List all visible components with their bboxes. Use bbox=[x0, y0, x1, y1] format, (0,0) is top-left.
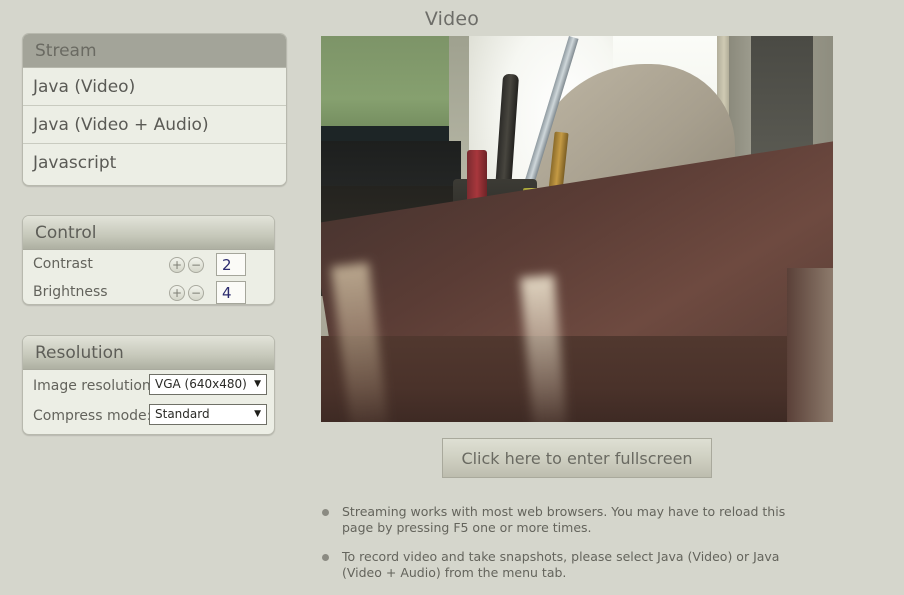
image-resolution-label: Image resolution: bbox=[33, 378, 156, 394]
image-resolution-selected-value: VGA (640x480) bbox=[155, 377, 247, 391]
list-item: To record video and take snapshots, plea… bbox=[320, 549, 820, 581]
resolution-panel-header: Resolution bbox=[23, 336, 274, 370]
stream-panel-header: Stream bbox=[23, 34, 286, 68]
compress-mode-row: Compress mode: Standard ▼ bbox=[23, 404, 274, 430]
compress-mode-label: Compress mode: bbox=[33, 408, 152, 424]
compress-mode-selected-value: Standard bbox=[155, 407, 210, 421]
brightness-row: Brightness + − 4 bbox=[23, 281, 274, 304]
compress-mode-select[interactable]: Standard ▼ bbox=[149, 404, 267, 425]
fullscreen-button[interactable]: Click here to enter fullscreen bbox=[442, 438, 712, 478]
control-panel: Control Contrast + − 2 Brightness + − 4 bbox=[22, 215, 275, 305]
note-text: To record video and take snapshots, plea… bbox=[342, 549, 780, 580]
list-item: Streaming works with most web browsers. … bbox=[320, 504, 820, 536]
chevron-down-icon: ▼ bbox=[254, 379, 261, 389]
notes-list: Streaming works with most web browsers. … bbox=[320, 504, 820, 594]
brightness-increase-icon[interactable]: + bbox=[169, 285, 185, 301]
image-resolution-select[interactable]: VGA (640x480) ▼ bbox=[149, 374, 267, 395]
bullet-icon bbox=[322, 554, 329, 561]
sidebar-item-java-video[interactable]: Java (Video) bbox=[23, 68, 286, 106]
page-title: Video bbox=[424, 8, 480, 30]
image-resolution-row: Image resolution: VGA (640x480) ▼ bbox=[23, 374, 274, 400]
brightness-decrease-icon[interactable]: − bbox=[188, 285, 204, 301]
sidebar-item-javascript[interactable]: Javascript bbox=[23, 144, 286, 182]
control-panel-header: Control bbox=[23, 216, 274, 250]
contrast-label: Contrast bbox=[33, 256, 93, 272]
video-desk-foreground bbox=[321, 336, 833, 422]
contrast-value-field[interactable]: 2 bbox=[216, 253, 246, 276]
contrast-row: Contrast + − 2 bbox=[23, 253, 274, 278]
contrast-decrease-icon[interactable]: − bbox=[188, 257, 204, 273]
bullet-icon bbox=[322, 509, 329, 516]
resolution-panel: Resolution Image resolution: VGA (640x48… bbox=[22, 335, 275, 435]
brightness-label: Brightness bbox=[33, 284, 108, 300]
video-desk-edge bbox=[787, 268, 833, 422]
chevron-down-icon: ▼ bbox=[254, 409, 261, 419]
contrast-increase-icon[interactable]: + bbox=[169, 257, 185, 273]
video-stream[interactable]: CCTV SURVEILLANCE SYSTEM AVTECH bbox=[321, 36, 833, 422]
note-text: Streaming works with most web browsers. … bbox=[342, 504, 786, 535]
stream-panel: Stream Java (Video) Java (Video + Audio)… bbox=[22, 33, 287, 186]
brightness-value-field[interactable]: 4 bbox=[216, 281, 246, 304]
sidebar-item-java-video-audio[interactable]: Java (Video + Audio) bbox=[23, 106, 286, 144]
